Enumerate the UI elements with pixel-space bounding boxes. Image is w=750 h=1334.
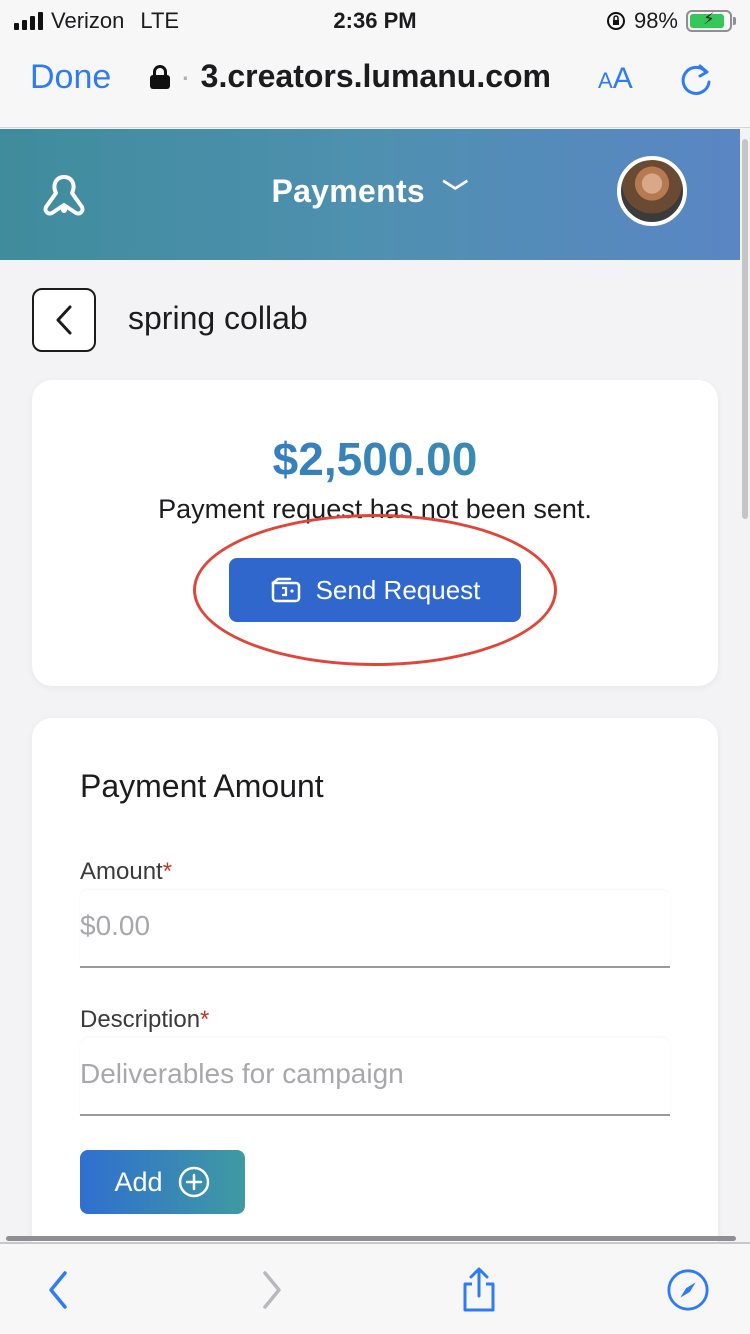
chevron-down-icon: ﹀ (442, 178, 469, 208)
chevron-left-icon (56, 305, 72, 335)
description-label-text: Description (80, 1006, 201, 1033)
share-icon (463, 1267, 495, 1312)
chevron-left-icon (49, 1271, 67, 1309)
amount-input[interactable]: $0.00 (80, 890, 670, 968)
text-size-large: A (612, 62, 633, 95)
browser-toolbar (0, 1242, 750, 1334)
amount-label: Amount* (80, 858, 172, 886)
orientation-lock-icon (606, 12, 625, 30)
text-size-small: A (598, 68, 613, 93)
status-bar: Verizon LTE 2:36 PM 98% ⚡ (0, 0, 750, 40)
add-label: Add (114, 1166, 163, 1197)
lock-icon (150, 64, 170, 89)
description-placeholder: Deliverables for campaign (80, 1058, 404, 1089)
app-header: Payments ﹀ (0, 129, 740, 260)
annotation-circle (193, 514, 557, 666)
compass-icon (667, 1269, 709, 1311)
description-input[interactable]: Deliverables for campaign (80, 1038, 670, 1116)
payment-total: $2,500.00 (32, 432, 718, 486)
open-in-safari-button[interactable] (666, 1266, 710, 1314)
done-button[interactable]: Done (30, 58, 111, 97)
payment-amount-card: Payment Amount Amount* $0.00 Description… (32, 718, 718, 1258)
section-title: Payments (271, 173, 426, 209)
required-mark: * (162, 858, 173, 885)
amount-placeholder: $0.00 (80, 910, 151, 941)
section-title: Payment Amount (80, 768, 324, 804)
status-right: 98% ⚡ (606, 8, 736, 34)
page-title: spring collab (128, 300, 308, 336)
avatar[interactable] (617, 156, 687, 226)
page-divider (6, 1236, 736, 1241)
browser-back-button[interactable] (36, 1266, 80, 1314)
battery-icon: ⚡ (686, 10, 736, 32)
add-button[interactable]: Add (80, 1150, 245, 1214)
url-text: 3.creators.lumanu.com (200, 58, 551, 94)
page-scrollbar[interactable] (740, 129, 750, 1239)
description-label: Description* (80, 1006, 209, 1034)
chevron-right-icon (263, 1271, 281, 1309)
battery-percent: 98% (633, 8, 678, 33)
text-size-button[interactable]: AA (598, 62, 633, 96)
reload-icon[interactable] (676, 60, 716, 100)
amount-label-text: Amount (80, 858, 163, 885)
scrollbar-thumb[interactable] (742, 139, 748, 519)
browser-forward-button[interactable] (250, 1266, 294, 1314)
address-field[interactable]: · 3.creators.lumanu.com (150, 58, 551, 95)
required-mark: * (200, 1006, 210, 1033)
back-button[interactable] (32, 288, 96, 352)
plus-circle-icon (178, 1166, 209, 1198)
share-button[interactable] (457, 1266, 501, 1314)
browser-url-bar: Done · 3.creators.lumanu.com AA (0, 40, 750, 128)
